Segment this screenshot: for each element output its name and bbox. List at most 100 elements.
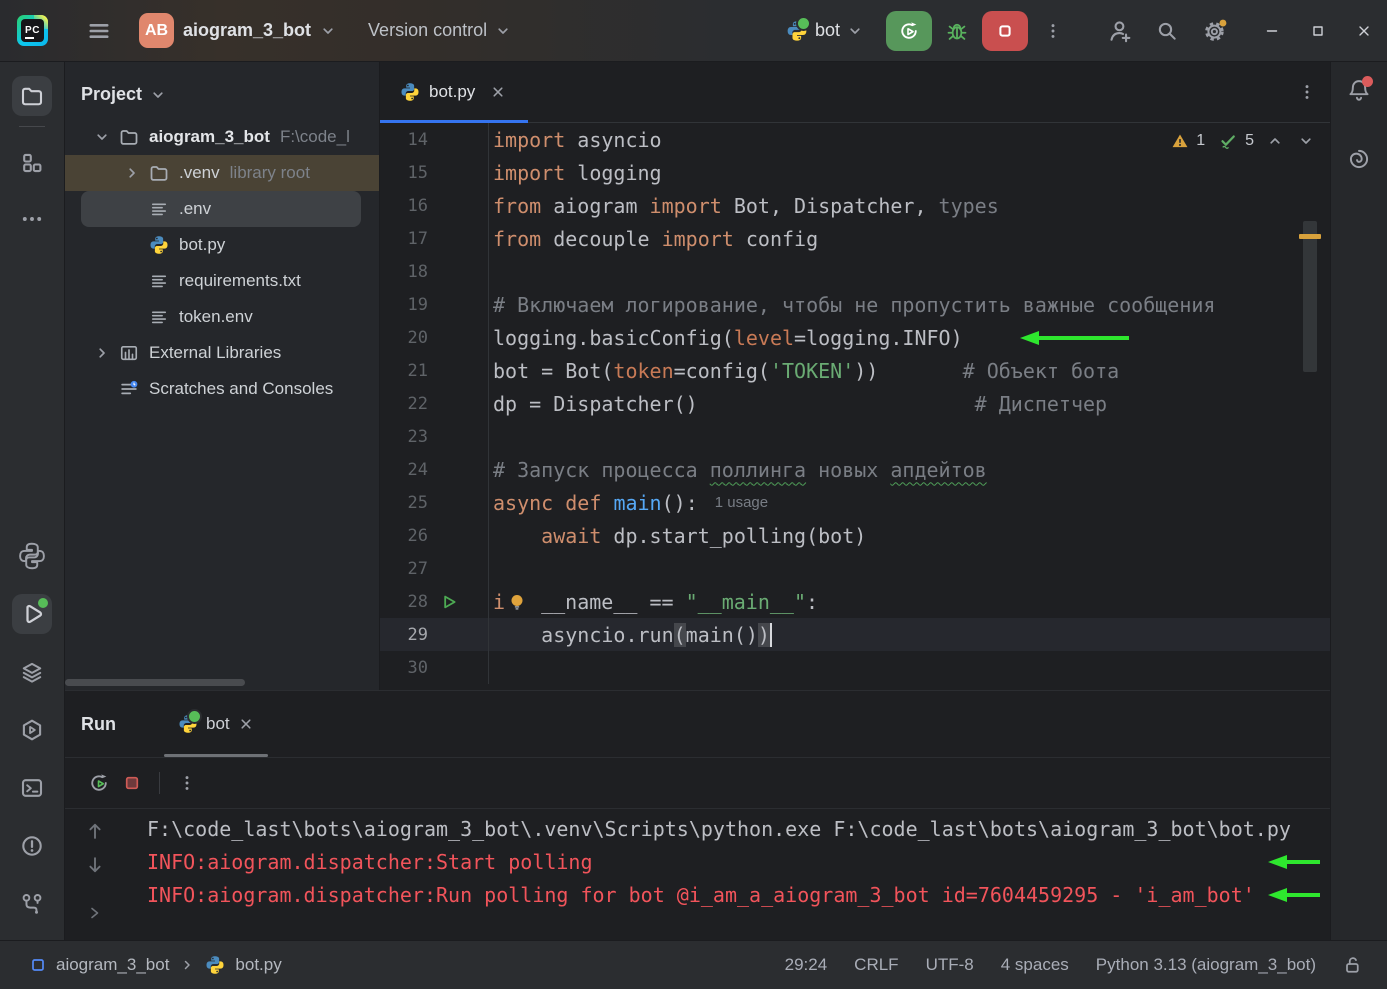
next-problem-icon[interactable] bbox=[1298, 133, 1314, 149]
code-line-20[interactable]: 20logging.basicConfig(level=logging.INFO… bbox=[380, 321, 1330, 354]
pycharm-logo-icon: PC bbox=[17, 15, 48, 46]
code-line-17[interactable]: 17from decouple import config bbox=[380, 222, 1330, 255]
code-line-19[interactable]: 19# Включаем логирование, чтобы не пропу… bbox=[380, 288, 1330, 321]
run-tab-close-icon[interactable] bbox=[238, 716, 254, 732]
code-line-22[interactable]: 22dp = Dispatcher() # Диспетчер bbox=[380, 387, 1330, 420]
tree-item--env[interactable]: .env bbox=[81, 191, 361, 227]
console-output[interactable]: F:\code_last\bots\aiogram_3_bot\.venv\Sc… bbox=[125, 809, 1330, 940]
run-config-selector[interactable]: bot bbox=[786, 20, 863, 42]
rerun-button[interactable] bbox=[886, 11, 932, 51]
toolwindow-git-button[interactable] bbox=[12, 884, 52, 924]
search-icon bbox=[1156, 20, 1178, 42]
vertical-scrollbar[interactable] bbox=[1303, 221, 1317, 372]
toolwindow-python-console-button[interactable] bbox=[12, 536, 52, 576]
code-line-24[interactable]: 24# Запуск процесса поллинга новых апдей… bbox=[380, 453, 1330, 486]
code-line-23[interactable]: 23 bbox=[380, 420, 1330, 453]
python-interpreter[interactable]: Python 3.13 (aiogram_3_bot) bbox=[1096, 955, 1316, 975]
project-panel: Project aiogram_3_botF:\code_l.venvlibra… bbox=[65, 62, 380, 690]
check-icon bbox=[1218, 131, 1238, 151]
inspections-widget[interactable]: 1 5 bbox=[1171, 131, 1314, 151]
chevron-right-icon[interactable] bbox=[117, 165, 147, 181]
toolwindow-structure-button[interactable] bbox=[12, 143, 52, 183]
more-toolwindows-button[interactable] bbox=[12, 199, 52, 239]
code-line-27[interactable]: 27 bbox=[380, 552, 1330, 585]
rerun-icon[interactable] bbox=[89, 773, 109, 793]
more-vertical-icon[interactable] bbox=[178, 774, 196, 792]
intention-bulb-icon[interactable] bbox=[507, 592, 527, 612]
tab-options-icon[interactable] bbox=[1298, 83, 1316, 101]
tab-close-icon[interactable] bbox=[490, 84, 506, 100]
file-encoding[interactable]: UTF-8 bbox=[926, 955, 974, 975]
scroll-up-icon[interactable] bbox=[85, 821, 105, 841]
line-ending[interactable]: CRLF bbox=[854, 955, 898, 975]
tree-item-token-env[interactable]: token.env bbox=[65, 299, 379, 335]
expand-icon[interactable] bbox=[87, 905, 103, 921]
debug-button[interactable] bbox=[937, 11, 977, 51]
scroll-down-icon[interactable] bbox=[85, 855, 105, 875]
code-line-30[interactable]: 30 bbox=[380, 651, 1330, 684]
status-bar: aiogram_3_bot bot.py 29:24 CRLF UTF-8 4 … bbox=[0, 940, 1387, 989]
tree-item-scratches-and-consoles[interactable]: Scratches and Consoles bbox=[65, 371, 379, 407]
caret-position[interactable]: 29:24 bbox=[785, 955, 828, 975]
scrollbar-warning-marker[interactable] bbox=[1299, 234, 1321, 239]
horizontal-scrollbar[interactable] bbox=[65, 679, 245, 686]
file-icon bbox=[147, 271, 171, 291]
project-widget[interactable]: AB aiogram_3_bot bbox=[139, 13, 336, 48]
search-everywhere-button[interactable] bbox=[1147, 11, 1187, 51]
vcs-widget[interactable]: Version control bbox=[368, 20, 511, 41]
code-line-16[interactable]: 16from aiogram import Bot, Dispatcher, t… bbox=[380, 189, 1330, 222]
toolwindow-run-anything-button[interactable] bbox=[12, 710, 52, 750]
code-line-26[interactable]: 26 await dp.start_polling(bot) bbox=[380, 519, 1330, 552]
stop-icon[interactable] bbox=[123, 774, 141, 792]
more-actions-button[interactable] bbox=[1033, 11, 1073, 51]
run-tab-bot[interactable]: bot bbox=[162, 691, 270, 757]
toolwindow-project-button[interactable] bbox=[12, 76, 52, 116]
tree-item-aiogram-3-bot[interactable]: aiogram_3_botF:\code_l bbox=[65, 119, 379, 155]
code-line-28[interactable]: 28i __name__ == "__main__": bbox=[380, 585, 1330, 618]
tree-item--venv[interactable]: .venvlibrary root bbox=[65, 155, 379, 191]
main-menu-icon[interactable] bbox=[87, 19, 111, 43]
toolwindow-terminal-button[interactable] bbox=[12, 768, 52, 808]
project-panel-header[interactable]: Project bbox=[65, 62, 379, 119]
line-number: 27 bbox=[380, 559, 428, 579]
tree-item-external-libraries[interactable]: External Libraries bbox=[65, 335, 379, 371]
tree-item-bot-py[interactable]: bot.py bbox=[65, 227, 379, 263]
gutter bbox=[428, 354, 488, 387]
code-with-me-button[interactable] bbox=[1099, 11, 1139, 51]
exclamation-circle-icon bbox=[20, 834, 44, 858]
settings-button[interactable] bbox=[1195, 11, 1235, 51]
usage-hint[interactable]: 1 usage bbox=[715, 494, 768, 511]
python-console-icon bbox=[18, 542, 46, 570]
breadcrumb-project[interactable]: aiogram_3_bot bbox=[56, 955, 169, 975]
toolwindow-problems-button[interactable] bbox=[12, 826, 52, 866]
pycharm-window: PC AB aiogram_3_bot Version control bot bbox=[0, 0, 1387, 989]
code-line-25[interactable]: 25async def main():1 usage bbox=[380, 486, 1330, 519]
chevron-right-icon[interactable] bbox=[87, 345, 117, 361]
ai-assistant-button[interactable] bbox=[1339, 139, 1379, 179]
toolwindow-services-button[interactable] bbox=[12, 652, 52, 692]
lock-open-icon[interactable] bbox=[1343, 955, 1363, 975]
line-number: 26 bbox=[380, 526, 428, 546]
window-maximize-button[interactable] bbox=[1295, 8, 1341, 54]
tab-bot-py[interactable]: bot.py bbox=[380, 62, 528, 123]
line-number: 22 bbox=[380, 394, 428, 414]
code-line-18[interactable]: 18 bbox=[380, 255, 1330, 288]
toolwindow-run-button[interactable] bbox=[12, 594, 52, 634]
stop-button[interactable] bbox=[982, 11, 1028, 51]
window-close-button[interactable] bbox=[1341, 8, 1387, 54]
code-line-21[interactable]: 21bot = Bot(token=config('TOKEN')) # Объ… bbox=[380, 354, 1330, 387]
prev-problem-icon[interactable] bbox=[1267, 133, 1283, 149]
gutter bbox=[428, 189, 488, 222]
hexagon-play-icon bbox=[20, 718, 44, 742]
chevron-down-icon[interactable] bbox=[87, 129, 117, 145]
run-line-icon[interactable] bbox=[440, 593, 458, 611]
window-minimize-button[interactable] bbox=[1249, 8, 1295, 54]
run-console[interactable]: F:\code_last\bots\aiogram_3_bot\.venv\Sc… bbox=[65, 809, 1330, 940]
indent-style[interactable]: 4 spaces bbox=[1001, 955, 1069, 975]
notifications-button[interactable] bbox=[1347, 78, 1371, 107]
breadcrumb-file[interactable]: bot.py bbox=[235, 955, 281, 975]
code-line-15[interactable]: 15import logging bbox=[380, 156, 1330, 189]
tree-item-requirements-txt[interactable]: requirements.txt bbox=[65, 263, 379, 299]
code-line-29[interactable]: 29 asyncio.run(main()) bbox=[380, 618, 1330, 651]
code-editor[interactable]: 14import asyncio15import logging16from a… bbox=[380, 123, 1330, 684]
